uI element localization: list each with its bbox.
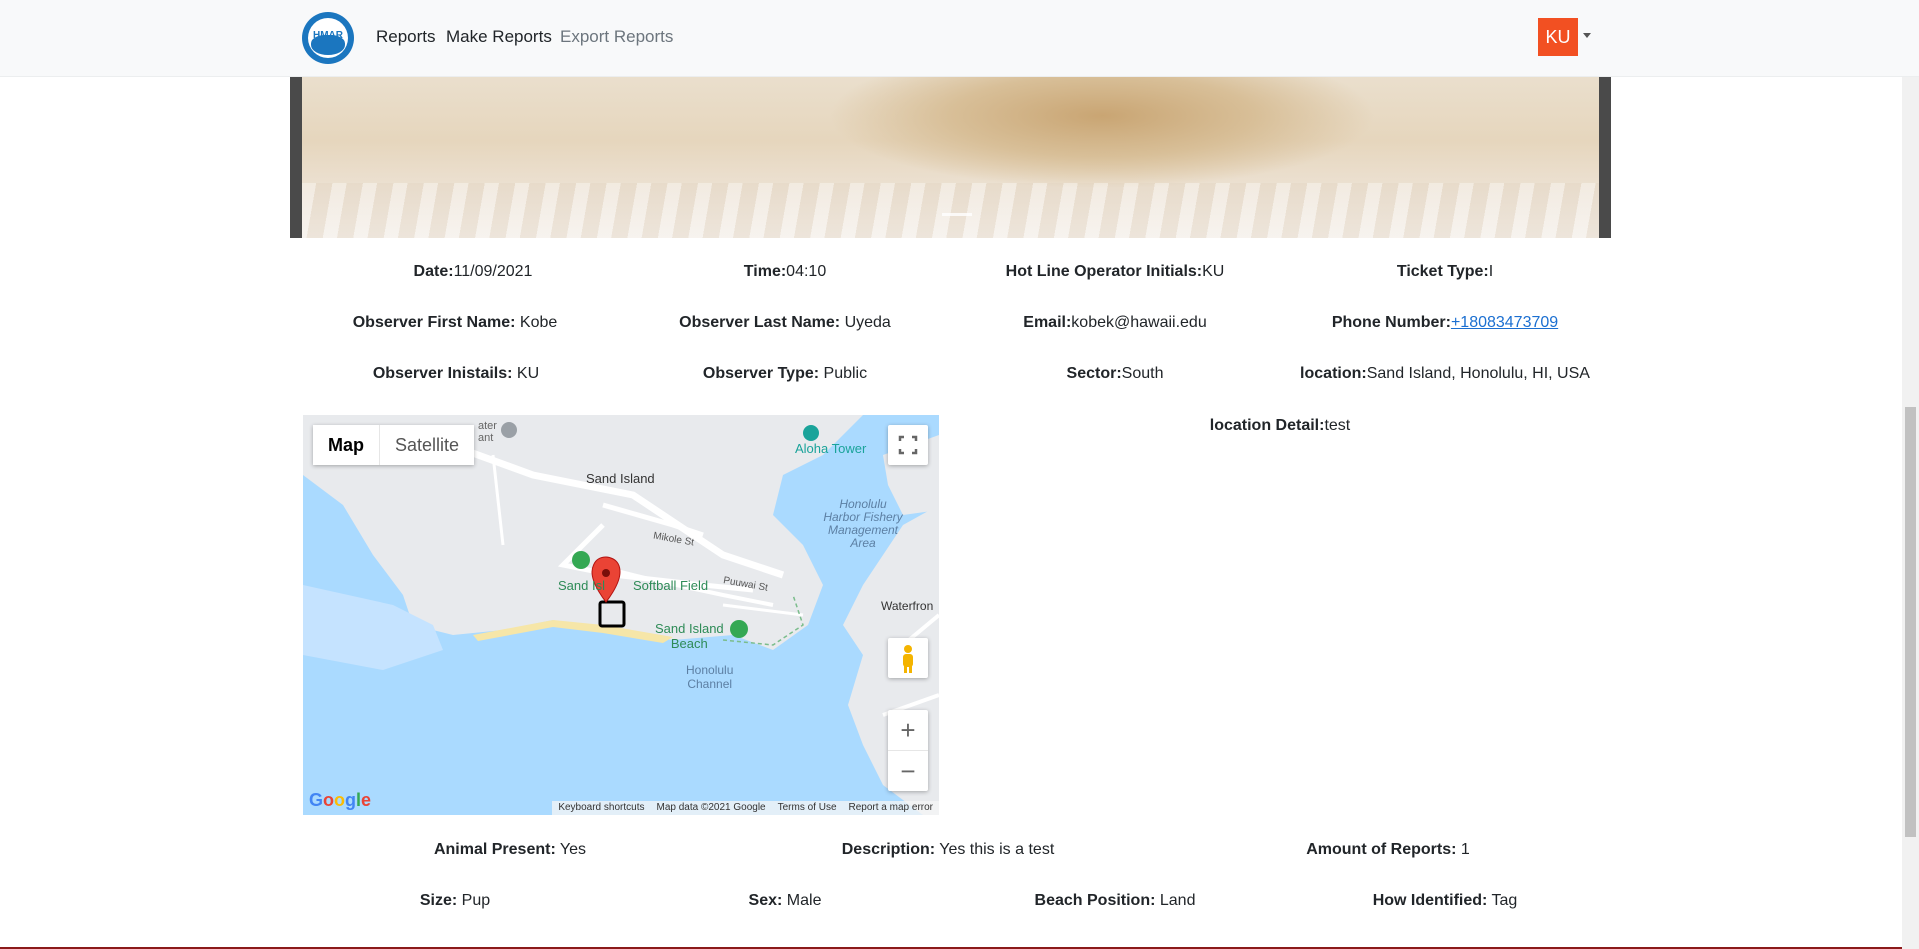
field-description: Description: Yes this is a test bbox=[841, 841, 1055, 858]
field-beach-position: Beach Position: Land bbox=[1034, 892, 1196, 909]
zoom-control: + − bbox=[888, 710, 928, 791]
report-photo-carousel bbox=[290, 76, 1611, 238]
map-label-sand-island-beach: Sand Island Beach bbox=[655, 621, 724, 651]
nav-link-export-reports[interactable]: Export Reports bbox=[560, 27, 673, 47]
field-date: Date:11/09/2021 bbox=[413, 263, 533, 280]
map-type-satellite-button[interactable]: Satellite bbox=[379, 425, 474, 465]
terms-of-use-link[interactable]: Terms of Use bbox=[778, 801, 837, 815]
field-observer-initials: Observer Inistails: KU bbox=[372, 365, 540, 382]
field-email: Email:kobek@hawaii.edu bbox=[1023, 314, 1207, 331]
field-amount-of-reports: Amount of Reports: 1 bbox=[1306, 841, 1470, 858]
field-time: Time:04:10 bbox=[743, 263, 827, 280]
map-label-sand-island: Sand Island bbox=[586, 471, 655, 486]
field-observer-last-name: Observer Last Name: Uyeda bbox=[679, 314, 891, 331]
top-navbar: HMAR Reports Make Reports Export Reports… bbox=[0, 0, 1919, 77]
google-logo[interactable]: Google bbox=[309, 790, 371, 811]
location-map[interactable]: Map Satellite + − Sand Island Aloha Towe… bbox=[303, 415, 939, 815]
street-view-pegman[interactable] bbox=[888, 638, 928, 678]
report-map-error-link[interactable]: Report a map error bbox=[849, 801, 933, 815]
field-hotline-initials: Hot Line Operator Initials:KU bbox=[1005, 263, 1225, 280]
field-observer-type: Observer Type: Public bbox=[702, 365, 868, 382]
field-location-detail: location Detail:test bbox=[1209, 417, 1351, 434]
fullscreen-icon bbox=[898, 435, 918, 455]
field-ticket-type: Ticket Type:I bbox=[1396, 263, 1494, 280]
field-how-identified: How Identified: Tag bbox=[1372, 892, 1518, 909]
user-menu-button[interactable]: KU bbox=[1538, 18, 1578, 56]
nav-link-reports[interactable]: Reports bbox=[376, 27, 436, 47]
field-sex: Sex: Male bbox=[748, 892, 822, 909]
map-label-water-treatment: ater ant bbox=[478, 420, 497, 444]
field-animal-present: Animal Present: Yes bbox=[433, 841, 587, 858]
keyboard-shortcuts-link[interactable]: Keyboard shortcuts bbox=[558, 801, 644, 815]
field-sector: Sector:South bbox=[1066, 365, 1164, 382]
field-location: location:Sand Island, Honolulu, HI, USA bbox=[1300, 365, 1590, 382]
map-data-attribution: Map data ©2021 Google bbox=[656, 802, 766, 813]
map-type-control: Map Satellite bbox=[313, 425, 475, 465]
field-phone-number: Phone Number:+18083473709 bbox=[1331, 314, 1559, 331]
zoom-in-button[interactable]: + bbox=[888, 710, 928, 751]
map-label-honolulu-channel: Honolulu Channel bbox=[686, 663, 734, 691]
page-scrollbar[interactable] bbox=[1902, 0, 1919, 949]
field-size: Size: Pup bbox=[419, 892, 491, 909]
map-label-softball-field: Softball Field bbox=[633, 578, 709, 593]
map-footer: Keyboard shortcuts Map data ©2021 Google… bbox=[552, 801, 939, 815]
map-label-aloha-tower: Aloha Tower bbox=[795, 441, 867, 456]
hmar-logo[interactable]: HMAR bbox=[302, 12, 354, 64]
map-label-waterfront: Waterfron bbox=[881, 599, 934, 613]
fullscreen-button[interactable] bbox=[888, 425, 928, 465]
phone-link[interactable]: +18083473709 bbox=[1451, 314, 1558, 331]
carousel-indicator[interactable] bbox=[942, 213, 972, 216]
map-label-sand-isl: Sand Isl bbox=[558, 578, 605, 593]
logo-text: HMAR bbox=[313, 30, 343, 41]
map-label-fishery: Honolulu Harbor Fishery Management Area bbox=[823, 497, 903, 550]
pegman-icon bbox=[903, 645, 913, 673]
scrollbar-thumb[interactable] bbox=[1905, 407, 1916, 837]
zoom-out-button[interactable]: − bbox=[888, 751, 928, 791]
map-type-map-button[interactable]: Map bbox=[313, 425, 379, 465]
nav-link-make-reports[interactable]: Make Reports bbox=[446, 27, 552, 47]
report-photo bbox=[302, 76, 1599, 238]
field-observer-first-name: Observer First Name: Kobe bbox=[352, 314, 558, 331]
caret-down-icon[interactable] bbox=[1583, 33, 1591, 38]
